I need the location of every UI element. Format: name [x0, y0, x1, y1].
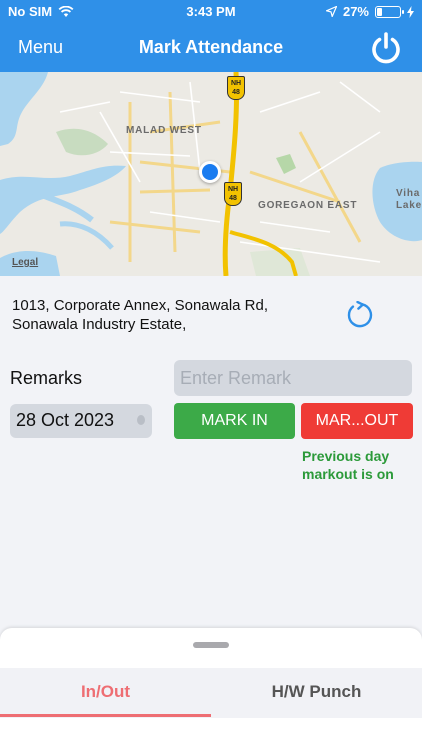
map-label-malad-west: MALAD WEST — [126, 125, 202, 136]
location-arrow-icon — [325, 6, 337, 17]
map-label-vihar-line1: Viha — [396, 188, 421, 199]
battery-icon — [375, 5, 404, 18]
menu-button[interactable]: Menu — [18, 37, 63, 58]
power-icon[interactable] — [368, 30, 404, 66]
mark-out-button[interactable]: MAR...OUT — [301, 403, 413, 439]
remarks-label: Remarks — [10, 368, 83, 388]
mark-in-button[interactable]: MARK IN — [174, 403, 295, 439]
map-label-goregaon-east: GOREGAON EAST — [258, 200, 358, 211]
current-location-pin — [199, 161, 221, 183]
status-right: 27% — [325, 4, 414, 19]
active-tab-indicator — [0, 714, 211, 717]
highway-shield-nh48: NH 48 — [227, 76, 245, 100]
battery-fill — [377, 7, 382, 16]
status-bar: No SIM 3:43 PM 27% — [0, 0, 422, 24]
location-address: 1013, Corporate Annex, Sonawala Rd, Sona… — [12, 297, 269, 333]
map-legal-link[interactable]: Legal — [12, 257, 38, 268]
date-value: 28 Oct 2023 — [16, 410, 115, 430]
page-title: Mark Attendance — [138, 37, 284, 57]
nav-bar: Menu Mark Attendance — [0, 24, 422, 72]
bottom-sheet: In/Out H/W Punch — [0, 628, 422, 750]
date-picker[interactable]: 28 Oct 2023 — [10, 404, 152, 438]
map-label-vihar-lake: Viha Lake — [396, 188, 422, 212]
picker-indicator-icon — [137, 415, 145, 425]
highway-shield-text: NH 48 — [230, 80, 242, 96]
location-map[interactable]: MALAD WEST GOREGAON EAST Viha Lake NH 48… — [0, 72, 422, 276]
battery-percent: 27% — [342, 4, 369, 19]
highway-shield-text: NH 48 — [227, 186, 239, 202]
previous-day-note: Previous day markout is on — [302, 448, 394, 482]
tab-in-out[interactable]: In/Out — [0, 668, 211, 718]
highway-shield-nh48: NH 48 — [224, 182, 242, 206]
tab-hw-punch[interactable]: H/W Punch — [211, 668, 422, 718]
refresh-icon[interactable] — [346, 301, 374, 329]
remark-input[interactable] — [174, 360, 412, 396]
tab-bar: In/Out H/W Punch — [0, 668, 422, 718]
map-label-vihar-line2: Lake — [396, 200, 422, 211]
sheet-drag-handle[interactable] — [193, 642, 229, 648]
charging-bolt-icon — [407, 5, 414, 18]
